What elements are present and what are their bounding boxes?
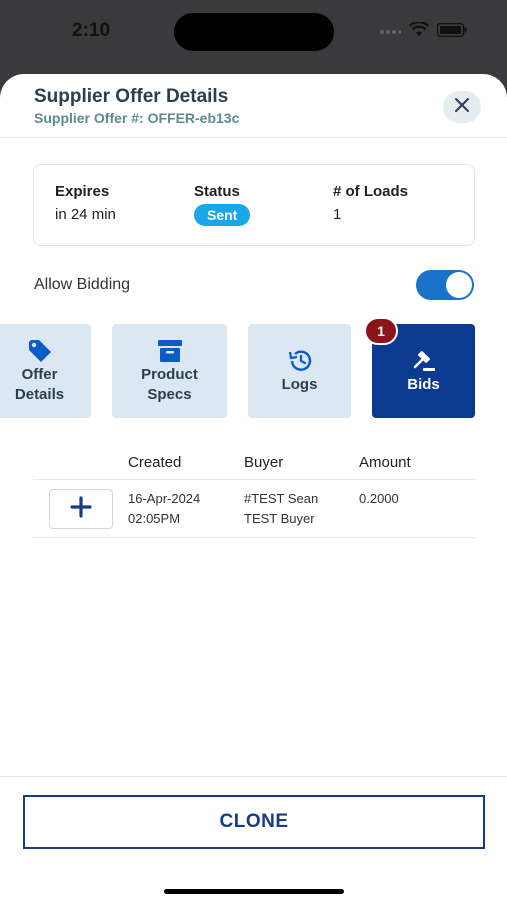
dynamic-island: [174, 13, 334, 51]
signal-icon: [379, 23, 402, 41]
plus-icon: [70, 495, 92, 523]
buyer-line-2: TEST Buyer: [244, 511, 315, 526]
offer-details-sheet: Supplier Offer Details Supplier Offer #:…: [0, 74, 507, 900]
loads-label: # of Loads: [333, 183, 409, 200]
allow-bidding-label: Allow Bidding: [34, 276, 131, 293]
header-created: Created: [128, 454, 182, 471]
status-badge: Sent: [194, 204, 251, 226]
loads-field: # of Loads 1: [333, 183, 408, 223]
bids-table: Created Buyer Amount 16-Apr-2024 02:05PM…: [33, 446, 475, 538]
table-row: 16-Apr-2024 02:05PM #TEST Sean TEST Buye…: [33, 480, 475, 538]
header-amount: Amount: [359, 454, 411, 471]
page-title: Supplier Offer Details: [34, 86, 229, 107]
expires-field: Expires in 24 min: [55, 183, 116, 223]
tag-icon: [27, 337, 53, 365]
status-time: 2:10: [72, 20, 111, 41]
amount-cell: 0.2000: [359, 491, 399, 506]
toggle-knob: [446, 272, 472, 298]
archive-icon: [157, 337, 183, 365]
status-icons: [379, 20, 467, 42]
tab-offer-details-label-2: Details: [14, 386, 65, 403]
tab-logs[interactable]: Logs: [248, 324, 351, 418]
status-label: Status: [194, 183, 240, 200]
tab-offer-details-label-1: Offer: [21, 366, 58, 383]
tab-product-specs[interactable]: Product Specs: [112, 324, 227, 418]
offer-info-card: Expires in 24 min Status Sent # of Loads…: [33, 164, 475, 246]
status-bar: 2:10: [0, 0, 507, 72]
created-cell: 16-Apr-2024 02:05PM: [128, 489, 200, 529]
wifi-icon: [408, 20, 430, 42]
close-icon: [454, 97, 470, 118]
bids-table-header: Created Buyer Amount: [33, 446, 475, 480]
expires-value: in 24 min: [55, 206, 116, 223]
footer: CLONE: [0, 776, 507, 900]
home-indicator[interactable]: [164, 889, 344, 894]
sheet-header: Supplier Offer Details Supplier Offer #:…: [0, 74, 507, 138]
history-icon: [287, 347, 313, 375]
tab-product-specs-label-1: Product: [141, 366, 198, 383]
close-button[interactable]: [443, 91, 481, 123]
bids-count-badge: 1: [364, 317, 398, 345]
offer-number: Supplier Offer #: OFFER-eb13c: [34, 110, 240, 126]
expires-label: Expires: [55, 183, 110, 200]
expand-row-button[interactable]: [49, 489, 113, 529]
allow-bidding-toggle[interactable]: [416, 270, 474, 300]
tab-product-specs-label-2: Specs: [147, 386, 192, 403]
created-time: 02:05PM: [128, 511, 181, 526]
status-field: Status Sent: [194, 183, 251, 226]
battery-icon: [436, 22, 467, 42]
tab-offer-details[interactable]: Offer Details: [0, 324, 91, 418]
buyer-cell: #TEST Sean TEST Buyer: [244, 489, 318, 529]
clone-button[interactable]: CLONE: [23, 795, 485, 849]
created-date: 16-Apr-2024: [128, 491, 201, 506]
buyer-line-1: #TEST Sean: [244, 491, 319, 506]
allow-bidding-row: Allow Bidding: [34, 270, 474, 300]
loads-value: 1: [333, 206, 342, 223]
tab-logs-label: Logs: [281, 376, 318, 393]
tab-bids-label: Bids: [407, 376, 440, 393]
header-buyer: Buyer: [244, 454, 284, 471]
gavel-icon: [411, 347, 437, 375]
